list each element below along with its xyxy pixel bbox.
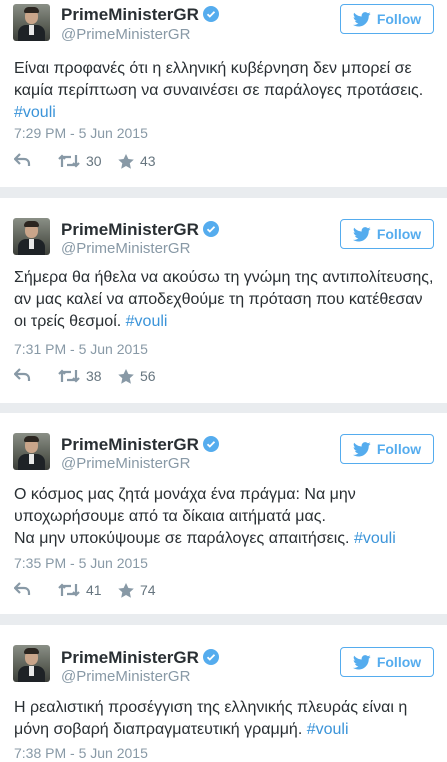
author-name[interactable]: PrimeMinisterGR [61, 648, 219, 668]
tweet-timestamp[interactable]: 7:29 PM - 5 Jun 2015 [14, 125, 148, 141]
retweet-count: 30 [86, 153, 102, 169]
hashtag-link[interactable]: #vouli [126, 313, 168, 330]
retweet-icon [58, 583, 80, 597]
retweet-button[interactable]: 41 [58, 582, 102, 598]
follow-button[interactable]: Follow [340, 219, 434, 249]
retweet-icon [58, 154, 80, 168]
tweet-card: PrimeMinisterGR @PrimeMinisterGR Follow … [0, 413, 447, 614]
tweet-feed: PrimeMinisterGR @PrimeMinisterGR Follow … [0, 0, 447, 762]
author-handle[interactable]: @PrimeMinisterGR [61, 455, 190, 472]
hashtag-link[interactable]: #vouli [354, 530, 396, 547]
tweet-text: Ο κόσμος μας ζητά μονάχα ένα πράγμα: Να … [14, 486, 396, 547]
hashtag-link[interactable]: #vouli [14, 104, 56, 121]
star-icon [118, 582, 134, 598]
reply-icon [14, 582, 31, 595]
retweet-button[interactable]: 38 [58, 368, 102, 384]
like-button[interactable]: 56 [118, 368, 156, 384]
tweet-text: Είναι προφανές ότι η ελληνική κυβέρνηση … [14, 60, 424, 121]
avatar[interactable] [13, 4, 50, 41]
twitter-bird-icon [352, 11, 371, 26]
retweet-count: 38 [86, 368, 102, 384]
follow-button[interactable]: Follow [340, 647, 434, 677]
reply-icon [14, 368, 31, 381]
author-handle[interactable]: @PrimeMinisterGR [61, 240, 190, 257]
avatar[interactable] [13, 433, 50, 470]
avatar[interactable] [13, 645, 50, 682]
like-count: 43 [140, 153, 156, 169]
like-count: 74 [140, 582, 156, 598]
follow-button[interactable]: Follow [340, 4, 434, 34]
twitter-bird-icon [352, 226, 371, 241]
star-icon [118, 153, 134, 169]
avatar[interactable] [13, 218, 50, 255]
tweet-card: PrimeMinisterGR @PrimeMinisterGR Follow … [0, 198, 447, 403]
like-button[interactable]: 43 [118, 153, 156, 169]
like-button[interactable]: 74 [118, 582, 156, 598]
reply-icon [14, 153, 31, 166]
author-name[interactable]: PrimeMinisterGR [61, 5, 219, 25]
verified-badge-icon [202, 221, 219, 237]
tweet-card: PrimeMinisterGR @PrimeMinisterGR Follow … [0, 0, 447, 187]
tweet-text: Σήμερα θα ήθελα να ακούσω τη γνώμη της α… [14, 269, 434, 330]
tweet-timestamp[interactable]: 7:31 PM - 5 Jun 2015 [14, 341, 148, 357]
like-count: 56 [140, 368, 156, 384]
verified-badge-icon [202, 436, 219, 452]
retweet-icon [58, 369, 80, 383]
tweet-card: PrimeMinisterGR @PrimeMinisterGR Follow … [0, 625, 447, 762]
retweet-count: 41 [86, 582, 102, 598]
follow-button[interactable]: Follow [340, 434, 434, 464]
verified-badge-icon [202, 6, 219, 22]
reply-button[interactable] [14, 153, 31, 167]
tweet-text: Η ρεαλιστική προσέγγιση της ελληνικής πλ… [14, 699, 408, 738]
star-icon [118, 368, 134, 384]
author-handle[interactable]: @PrimeMinisterGR [61, 26, 190, 43]
author-name[interactable]: PrimeMinisterGR [61, 220, 219, 240]
twitter-bird-icon [352, 441, 371, 456]
hashtag-link[interactable]: #vouli [307, 721, 349, 738]
author-name[interactable]: PrimeMinisterGR [61, 435, 219, 455]
reply-button[interactable] [14, 582, 31, 596]
retweet-button[interactable]: 30 [58, 153, 102, 169]
reply-button[interactable] [14, 368, 31, 382]
tweet-timestamp[interactable]: 7:35 PM - 5 Jun 2015 [14, 555, 148, 571]
twitter-bird-icon [352, 654, 371, 669]
verified-badge-icon [202, 649, 219, 665]
author-handle[interactable]: @PrimeMinisterGR [61, 668, 190, 685]
tweet-timestamp[interactable]: 7:38 PM - 5 Jun 2015 [14, 745, 148, 761]
